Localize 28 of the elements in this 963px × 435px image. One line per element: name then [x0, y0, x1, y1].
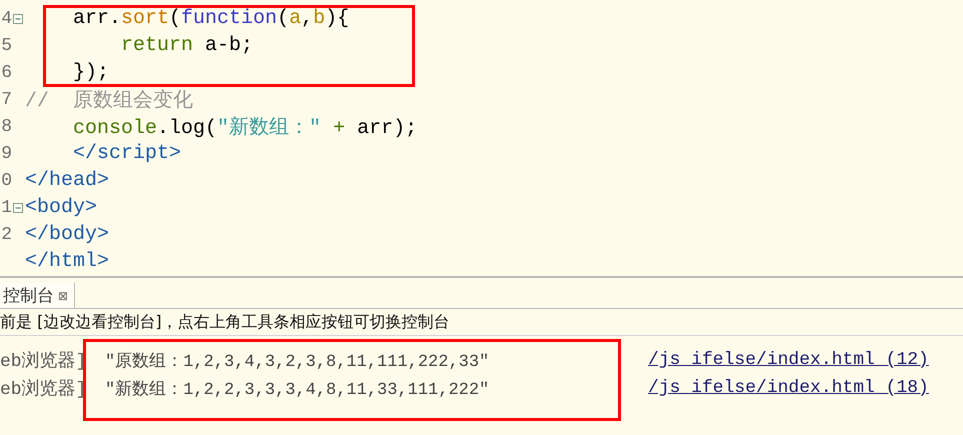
log-source: eb浏览器]	[0, 350, 88, 372]
code-line: </script>	[72, 142, 182, 165]
code-line: // 原数组会变化	[25, 88, 194, 113]
line-number: 2	[0, 224, 12, 244]
log-message: "新数组：1,2,2,3,3,3,4,8,11,33,111,222"	[105, 378, 490, 400]
code-line: });	[72, 61, 110, 84]
log-source: eb浏览器]	[0, 378, 88, 400]
code-line: </body>	[25, 223, 110, 246]
source-link[interactable]: /js_ifelse/index.html (12)	[648, 350, 929, 370]
line-number: 5	[0, 36, 12, 56]
close-icon[interactable]: ⊠	[58, 288, 68, 302]
code-line: </head>	[25, 169, 110, 192]
line-number: 0	[0, 170, 12, 190]
code-line: </html>	[25, 250, 110, 273]
console-info-text: 前是 [边改边看控制台]，点右上角工具条相应按钮可切换控制台	[0, 309, 963, 336]
code-line: arr.sort(function(a,b){	[72, 7, 350, 30]
line-number: 6	[0, 62, 12, 82]
line-number: 1	[0, 198, 12, 218]
log-message: "原数组：1,2,3,4,3,2,3,8,11,111,222,33"	[105, 352, 490, 372]
source-link[interactable]: /js_ifelse/index.html (18)	[648, 378, 929, 398]
line-number: 9	[0, 144, 12, 164]
code-line: return a-b;	[120, 34, 254, 57]
code-line: <body>	[25, 196, 98, 219]
line-number: 4	[0, 8, 12, 28]
line-number: 7	[0, 90, 12, 110]
code-line: console.log("新数组：" + arr);	[72, 115, 418, 140]
console-tab[interactable]: 控制台 ⊠	[0, 283, 76, 308]
line-number: 8	[0, 116, 12, 136]
